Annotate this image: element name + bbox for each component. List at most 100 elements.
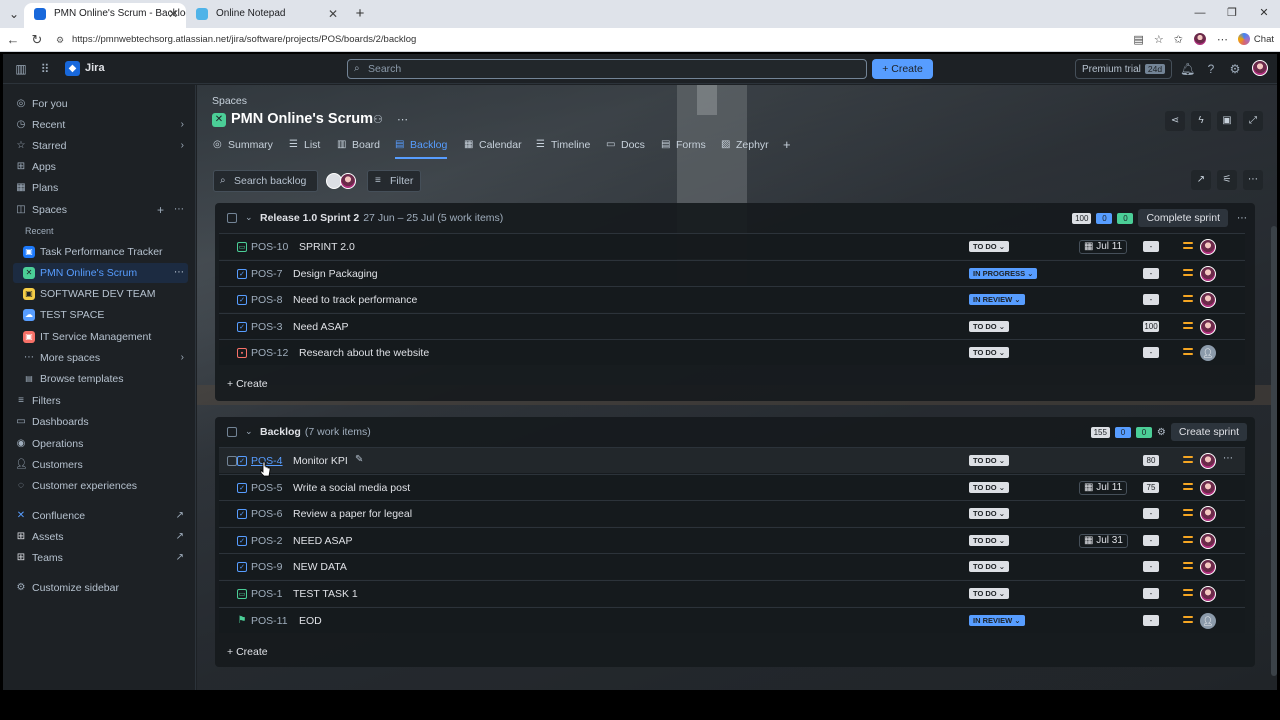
sidebar-item-customer-experiences[interactable]: ◌ Customer experiences [13, 476, 188, 496]
close-tab-icon[interactable]: ✕ [328, 3, 338, 25]
sidebar-item-plans[interactable]: ▦ Plans [13, 178, 188, 198]
assignee-avatar[interactable] [1200, 265, 1216, 282]
sidebar-space-task-performance-tracker[interactable]: ▣ Task Performance Tracker [13, 242, 188, 262]
tab-summary[interactable]: ◎ Summary [213, 137, 273, 159]
help-icon[interactable]: ? [1204, 62, 1218, 76]
issue-row[interactable]: ▪ POS-12 Research about the website TO DO ⌄… [219, 339, 1245, 366]
settings-gear-icon[interactable]: ⚙ [1228, 62, 1242, 76]
estimate-badge[interactable]: - [1143, 267, 1159, 279]
close-window-icon[interactable]: ✕ [1248, 0, 1280, 28]
issue-row[interactable]: ✓ POS-6 Review a paper for legeal TO DO ⌄ - [219, 500, 1245, 527]
more-options-icon[interactable]: ⋯ [1237, 213, 1247, 224]
assignee-avatar[interactable] [1200, 506, 1216, 523]
issue-row[interactable]: ✓ POS-5 Write a social media post TO DO ⌄ ▦ … [219, 473, 1245, 500]
status-dropdown[interactable]: TO DO ⌄ [969, 455, 1009, 466]
issue-summary[interactable]: Monitor KPI [293, 455, 348, 467]
sidebar-link-teams[interactable]: ⊞ Teams ↗ [13, 548, 188, 568]
backlog-checkbox[interactable] [227, 427, 237, 437]
issue-key[interactable]: POS-7 [251, 268, 283, 280]
reload-icon[interactable]: ↻ [29, 32, 45, 48]
assignee-avatar[interactable] [1200, 586, 1216, 602]
jira-logo-icon[interactable]: ◆ [65, 61, 80, 76]
due-date-badge[interactable]: ▦ Jul 11 [1079, 240, 1128, 254]
sidebar-item-filters[interactable]: ≡ Filters [13, 391, 188, 411]
issue-row[interactable]: ✓ POS-8 Need to track performance IN REVIEW… [219, 286, 1245, 313]
external-link-icon[interactable]: ↗ [176, 506, 184, 526]
issue-row[interactable]: ✓ POS-3 Need ASAP TO DO ⌄ 100 [219, 312, 1245, 339]
automation-bolt-icon[interactable]: ϟ [1191, 111, 1211, 131]
restore-icon[interactable]: ❐ [1216, 0, 1248, 28]
issue-row[interactable]: ✓ POS-9 NEW DATA TO DO ⌄ - [219, 553, 1245, 580]
chevron-right-icon[interactable]: › [181, 136, 184, 156]
browser-tab-jira[interactable]: PMN Online's Scrum - Backlog - Ji ✕ [24, 3, 186, 28]
issue-summary[interactable]: Design Packaging [293, 268, 378, 280]
issue-key[interactable]: POS-8 [251, 294, 283, 306]
tab-search-icon[interactable]: ⌄ [6, 6, 22, 22]
unassigned-avatar[interactable]: 👤︎ [1200, 345, 1216, 362]
issue-key[interactable]: POS-9 [251, 561, 283, 573]
tab-list[interactable]: ☰ List [289, 137, 320, 159]
due-date-badge[interactable]: ▦ Jul 31 [1079, 533, 1128, 548]
estimate-badge[interactable]: - [1143, 588, 1159, 599]
estimate-badge[interactable]: - [1143, 347, 1159, 359]
issue-summary[interactable]: NEED ASAP [293, 535, 353, 547]
issue-summary[interactable]: EOD [299, 615, 322, 627]
more-options-icon[interactable]: ⋯ [397, 113, 408, 126]
sidebar-space-it-service-management[interactable]: ▣ IT Service Management [13, 327, 188, 347]
estimate-badge[interactable]: - [1143, 508, 1159, 520]
view-settings-icon[interactable]: ⚟ [1217, 170, 1237, 190]
chevron-right-icon[interactable]: › [181, 348, 184, 368]
unassigned-avatar[interactable]: 👤︎ [1200, 612, 1216, 629]
sidebar-item-customers[interactable]: 👤︎ Customers [13, 455, 188, 475]
issue-summary[interactable]: SPRINT 2.0 [299, 241, 355, 253]
sprint-header[interactable]: ⌄ Release 1.0 Sprint 2 27 Jun – 25 Jul (5… [215, 203, 1255, 233]
filter-button[interactable]: ≡ Filter [367, 170, 421, 192]
chevron-down-icon[interactable]: ⌄ [245, 212, 253, 223]
sidebar-item-apps[interactable]: ⊞ Apps [13, 157, 188, 177]
chevron-right-icon[interactable]: › [181, 115, 184, 135]
profile-avatar[interactable] [1192, 32, 1207, 46]
issue-summary[interactable]: NEW DATA [293, 561, 347, 573]
sidebar-space-pmn-online-scrum[interactable]: ✕ PMN Online's Scrum ⋯ [13, 263, 188, 283]
issue-row[interactable]: ⚑ POS-11 EOD IN REVIEW ⌄ - 👤︎ [219, 606, 1245, 633]
bookmark-star-icon[interactable]: ☆ [1154, 33, 1164, 46]
sidebar-link-confluence[interactable]: ✕ Confluence ↗ [13, 506, 188, 526]
chat-button[interactable]: Chat [1237, 33, 1274, 45]
breadcrumb[interactable]: Spaces [212, 95, 247, 107]
issue-row[interactable]: ✓ POS-7 Design Packaging IN PROGRESS ⌄ - [219, 259, 1245, 286]
fullscreen-icon[interactable]: ⤢ [1243, 111, 1263, 131]
status-dropdown[interactable]: IN REVIEW ⌄ [969, 614, 1025, 626]
tab-board[interactable]: ▥ Board [337, 137, 380, 159]
backlog-header[interactable]: ⌄ Backlog (7 work items) 155 0 0 ⚙ Create… [215, 417, 1255, 447]
assignee-avatar[interactable] [1200, 318, 1216, 335]
tab-calendar[interactable]: ▦ Calendar [464, 137, 522, 159]
estimate-badge[interactable]: 75 [1143, 481, 1159, 493]
estimate-badge[interactable]: - [1143, 294, 1159, 306]
complete-sprint-button[interactable]: Complete sprint [1138, 209, 1228, 227]
status-dropdown[interactable]: IN PROGRESS ⌄ [969, 267, 1038, 279]
status-dropdown[interactable]: TO DO ⌄ [969, 481, 1009, 493]
status-dropdown[interactable]: TO DO ⌄ [969, 320, 1009, 332]
sidebar-item-dashboards[interactable]: ▭ Dashboards [13, 412, 188, 432]
assignee-avatar[interactable] [1200, 559, 1216, 576]
tab-zephyr[interactable]: ▨ Zephyr [721, 137, 769, 159]
sidebar-item-for-you[interactable]: ◎ For you [13, 94, 188, 114]
more-options-icon[interactable]: ⋯ [174, 200, 184, 220]
issue-key[interactable]: POS-3 [251, 321, 283, 333]
sidebar-toggle-icon[interactable]: ▥ [14, 62, 28, 76]
issue-row[interactable]: ✓ POS-4 Monitor KPI ✎ TO DO ⌄ 80 ⋯ [219, 447, 1245, 473]
issue-checkbox[interactable] [227, 456, 237, 466]
estimate-badge[interactable]: - [1143, 561, 1159, 573]
sprint-checkbox[interactable] [227, 213, 237, 223]
tab-docs[interactable]: ▭ Docs [606, 137, 645, 159]
estimate-badge[interactable]: - [1143, 534, 1159, 546]
estimate-badge[interactable]: - [1143, 241, 1159, 252]
minimize-icon[interactable]: — [1184, 0, 1216, 28]
premium-trial-button[interactable]: Premium trial 24d [1075, 59, 1173, 79]
estimate-badge[interactable]: 100 [1143, 320, 1159, 332]
global-search-input[interactable]: ⌕ Search [347, 59, 867, 79]
sidebar-item-spaces[interactable]: ◫ Spaces + ⋯ [13, 200, 188, 220]
app-switcher-icon[interactable]: ⠿ [38, 62, 52, 76]
user-avatar[interactable] [1252, 60, 1268, 76]
issue-row[interactable]: ▭ POS-1 TEST TASK 1 TO DO ⌄ - [219, 580, 1245, 606]
